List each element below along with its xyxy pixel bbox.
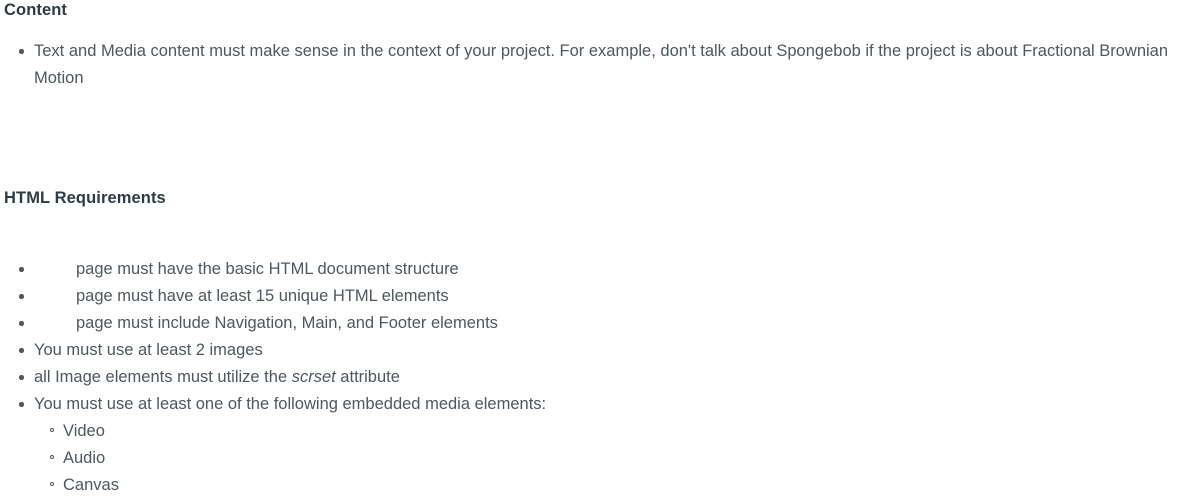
embedded-media-sublist: Video Audio Canvas bbox=[34, 418, 1190, 499]
list-item-label: page must have the basic HTML document s… bbox=[76, 260, 459, 278]
bullet-disc-icon bbox=[19, 348, 24, 353]
list-item-label-prefix: all Image elements must utilize the bbox=[34, 368, 292, 386]
list-item: all Image elements must utilize the scrs… bbox=[0, 364, 1190, 391]
list-item-label: all Image elements must utilize the scrs… bbox=[34, 368, 400, 386]
list-item-label: Text and Media content must make sense i… bbox=[34, 42, 1169, 87]
html-requirements-list: page must have the basic HTML document s… bbox=[0, 256, 1190, 499]
list-item: page must have at least 15 unique HTML e… bbox=[0, 283, 1190, 310]
list-item-label: You must use at least 2 images bbox=[34, 341, 263, 359]
bullet-disc-icon bbox=[19, 321, 24, 326]
list-item: page must have the basic HTML document s… bbox=[0, 256, 1190, 283]
list-item-label-suffix: attribute bbox=[335, 368, 400, 386]
bullet-disc-icon bbox=[19, 402, 24, 407]
list-item: page must include Navigation, Main, and … bbox=[0, 310, 1190, 337]
bullet-circle-icon bbox=[50, 428, 54, 432]
page-title-html-requirements: HTML Requirements bbox=[4, 189, 166, 207]
bullet-disc-icon bbox=[19, 49, 24, 54]
list-item: Text and Media content must make sense i… bbox=[0, 38, 1190, 92]
bullet-disc-icon bbox=[19, 294, 24, 299]
list-item-label: Canvas bbox=[63, 476, 119, 494]
list-item: Canvas bbox=[34, 472, 1190, 499]
content-requirements-list: Text and Media content must make sense i… bbox=[0, 38, 1190, 92]
bullet-circle-icon bbox=[50, 455, 54, 459]
list-item-label: You must use at least one of the followi… bbox=[34, 395, 547, 413]
bullet-disc-icon bbox=[19, 375, 24, 380]
list-item: Audio bbox=[34, 445, 1190, 472]
list-item-label: page must include Navigation, Main, and … bbox=[76, 314, 498, 332]
list-item-label-emphasis: scrset bbox=[291, 368, 336, 386]
list-item-label: page must have at least 15 unique HTML e… bbox=[76, 287, 449, 305]
list-item-label: Audio bbox=[63, 449, 106, 467]
list-item-label: Video bbox=[63, 422, 105, 440]
document-page: Content Text and Media content must make… bbox=[0, 0, 1195, 502]
list-item: You must use at least 2 images bbox=[0, 337, 1190, 364]
list-item: You must use at least one of the followi… bbox=[0, 391, 1190, 499]
list-item: Video bbox=[34, 418, 1190, 445]
bullet-disc-icon bbox=[19, 267, 24, 272]
bullet-circle-icon bbox=[50, 482, 54, 486]
page-title-content: Content bbox=[4, 1, 68, 19]
